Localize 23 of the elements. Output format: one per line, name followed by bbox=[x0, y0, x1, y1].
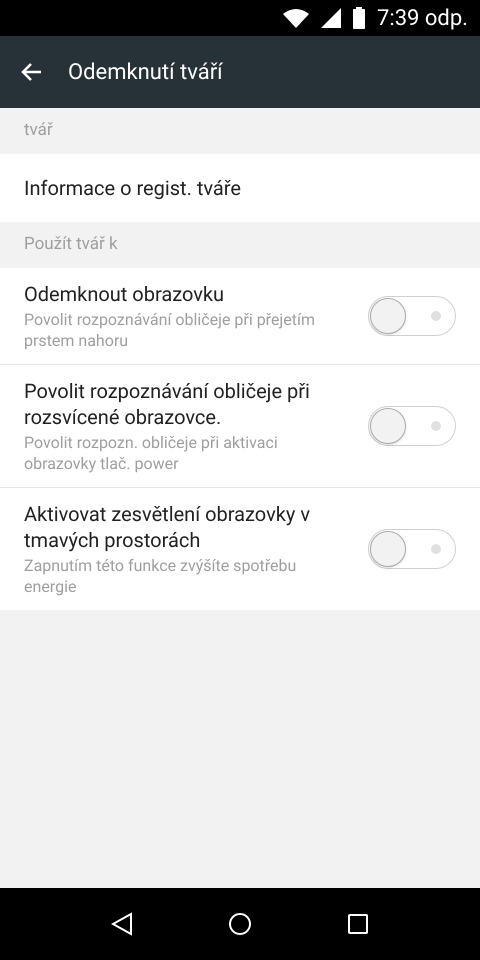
setting-title: Povolit rozpoznávání obličeje při rozsvícené obrazovce. bbox=[24, 378, 311, 430]
toggle-switch[interactable] bbox=[368, 406, 456, 446]
setting-title: Aktivovat zesvětlení obrazovky v tmavých prostorách bbox=[24, 501, 312, 553]
home-icon[interactable] bbox=[228, 912, 252, 936]
toggle-switch[interactable] bbox=[368, 296, 456, 336]
settings-row[interactable]: Odemknout obrazovku Povolit rozpoznávání obličeje při přejetím prstem nahoru bbox=[0, 268, 480, 364]
settings-row[interactable]: Povolit rozpoznávání obličeje při rozsvícené obrazovce. Povolit rozpozn. obličeje při aktivaci obrazovky tlač. power bbox=[0, 364, 480, 487]
wifi-icon bbox=[283, 8, 309, 28]
status-time: 7:39 odp. bbox=[377, 4, 468, 32]
recents-icon[interactable] bbox=[346, 913, 369, 935]
back-icon[interactable] bbox=[111, 912, 134, 936]
section-header: tvář bbox=[24, 119, 53, 142]
screen-title: Odemknutí tváří bbox=[68, 58, 223, 86]
battery-icon bbox=[353, 7, 365, 29]
setting-title: Odemknout obrazovku bbox=[24, 281, 226, 307]
setting-summary: Zapnutím této funkce zvýšíte spotřebu energie bbox=[24, 555, 298, 597]
section-header: Použít tvář k bbox=[24, 233, 118, 256]
setting-summary: Povolit rozpozn. obličeje při aktivaci obrazovky tlač. power bbox=[24, 432, 279, 474]
setting-summary: Povolit rozpoznávání obličeje při přejetím prstem nahoru bbox=[24, 309, 316, 351]
settings-row[interactable]: Aktivovat zesvětlení obrazovky v tmavých prostorách Zapnutím této funkce zvýšíte spotřebu energie bbox=[0, 487, 480, 610]
toggle-switch[interactable] bbox=[368, 529, 456, 569]
settings-item[interactable]: Informace o regist. tváře bbox=[0, 154, 480, 222]
signal-icon bbox=[321, 8, 341, 28]
